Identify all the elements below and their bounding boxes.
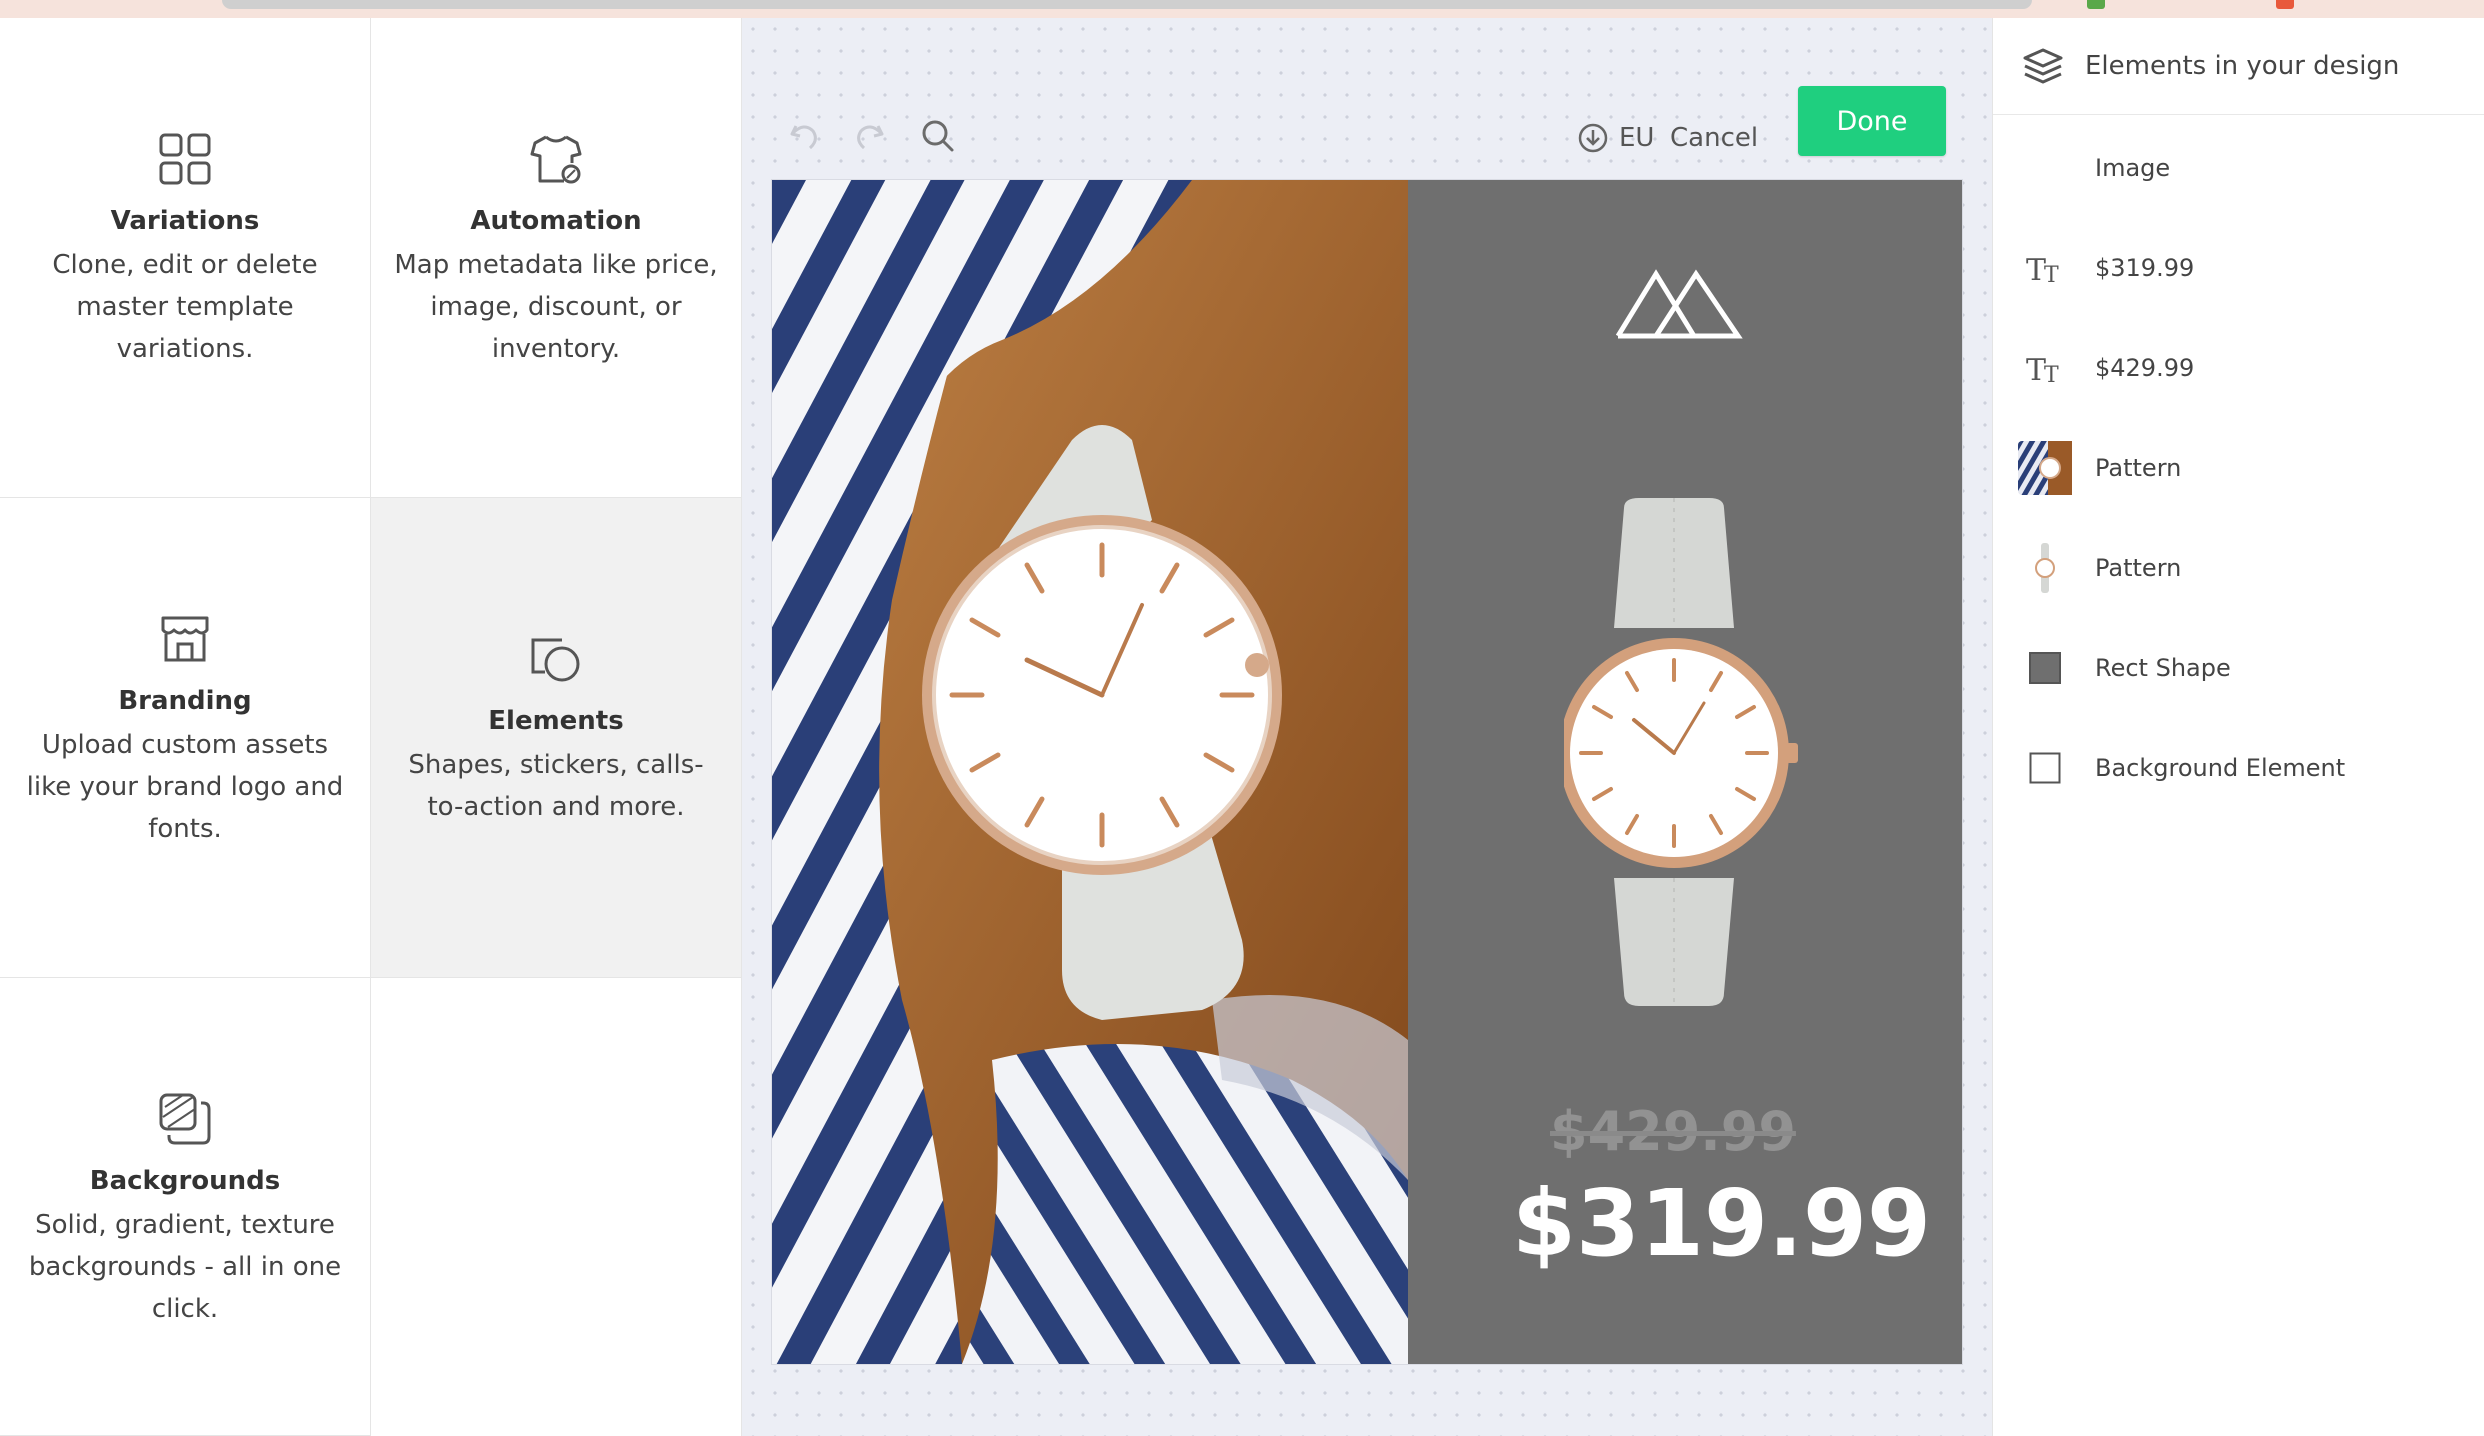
photo-thumbnail-icon bbox=[2017, 440, 2073, 496]
tile-description: Shapes, stickers, calls-to-action and mo… bbox=[408, 750, 704, 822]
product-watch-image[interactable] bbox=[1564, 498, 1804, 1008]
canvas-workspace: EU Cancel Done $429.99 $319.99 bbox=[742, 18, 1992, 1436]
layer-item-pattern-photo[interactable]: Pattern bbox=[1993, 418, 2484, 518]
extension-icon[interactable] bbox=[2276, 0, 2294, 9]
layer-item-pattern-watch[interactable]: Pattern bbox=[1993, 518, 2484, 618]
tile-title: Elements bbox=[488, 706, 624, 736]
layers-panel-title: Elements in your design bbox=[2085, 51, 2400, 81]
address-bar[interactable] bbox=[222, 0, 2032, 9]
layer-label: Rect Shape bbox=[2095, 654, 2231, 682]
product-photo[interactable] bbox=[772, 180, 1408, 1364]
layers-stack-icon bbox=[159, 1093, 211, 1145]
svg-text:T: T bbox=[2026, 353, 2046, 386]
grid-icon bbox=[159, 133, 211, 185]
layer-label: Image bbox=[2095, 154, 2171, 182]
redo-icon[interactable] bbox=[850, 116, 890, 156]
layers-panel: Elements in your design Image T T $319.9… bbox=[1992, 18, 2484, 1436]
done-button[interactable]: Done bbox=[1798, 86, 1946, 156]
browser-top-strip bbox=[0, 0, 2484, 18]
tile-description: Clone, edit or delete master template va… bbox=[52, 250, 318, 364]
shapes-icon bbox=[531, 638, 580, 682]
photo-image bbox=[772, 180, 1408, 1364]
layer-item-text-old-price[interactable]: T T $429.99 bbox=[1993, 318, 2484, 418]
download-circle-icon bbox=[1578, 123, 1608, 153]
feature-panel: Variations Clone, edit or delete master … bbox=[0, 18, 742, 1436]
tile-branding[interactable]: Branding Upload custom assets like your … bbox=[0, 498, 371, 978]
layers-icon bbox=[2023, 48, 2063, 84]
outlined-square-icon bbox=[2017, 740, 2073, 796]
tile-description: Map metadata like price, image, discount… bbox=[394, 250, 718, 364]
new-price-text[interactable]: $319.99 bbox=[1512, 1170, 1931, 1277]
watch-thumbnail-icon bbox=[2017, 540, 2073, 596]
layers-panel-header: Elements in your design bbox=[1993, 18, 2484, 115]
old-price-text[interactable]: $429.99 bbox=[1550, 1100, 1796, 1163]
cancel-button[interactable]: Cancel bbox=[1670, 118, 1758, 158]
tshirt-tag-icon bbox=[530, 135, 582, 184]
layer-label: $429.99 bbox=[2095, 354, 2195, 382]
text-icon: T T bbox=[2017, 340, 2073, 396]
layer-item-rect-shape[interactable]: Rect Shape bbox=[1993, 618, 2484, 718]
layer-item-text-new-price[interactable]: T T $319.99 bbox=[1993, 218, 2484, 318]
svg-text:T: T bbox=[2026, 253, 2046, 286]
mountain-logo-icon bbox=[1615, 269, 1743, 339]
tile-description: Upload custom assets like your brand log… bbox=[26, 730, 344, 844]
svg-text:T: T bbox=[2044, 363, 2059, 386]
filled-square-icon bbox=[2017, 640, 2073, 696]
layer-label: Pattern bbox=[2095, 554, 2182, 582]
tile-description: Solid, gradient, texture backgrounds - a… bbox=[28, 1210, 342, 1324]
tile-title: Automation bbox=[470, 206, 642, 236]
layer-label: Pattern bbox=[2095, 454, 2182, 482]
layer-label: $319.99 bbox=[2095, 254, 2195, 282]
tile-title: Branding bbox=[118, 686, 252, 716]
tile-title: Backgrounds bbox=[89, 1166, 281, 1196]
design-canvas[interactable]: $429.99 $319.99 bbox=[772, 180, 1962, 1364]
zoom-search-icon[interactable] bbox=[918, 116, 958, 156]
tile-elements[interactable]: Elements Shapes, stickers, calls-to-acti… bbox=[371, 498, 742, 978]
tile-backgrounds[interactable]: Backgrounds Solid, gradient, texture bac… bbox=[0, 978, 371, 1436]
layer-item-background[interactable]: Background Element bbox=[1993, 718, 2484, 818]
text-icon: T T bbox=[2017, 240, 2073, 296]
tile-variations[interactable]: Variations Clone, edit or delete master … bbox=[0, 18, 371, 498]
region-label: EU bbox=[1619, 123, 1655, 153]
tile-title: Variations bbox=[110, 206, 260, 236]
layer-label: Background Element bbox=[2095, 754, 2346, 782]
empty-tile bbox=[371, 978, 742, 1436]
tile-automation[interactable]: Automation Map metadata like price, imag… bbox=[371, 18, 742, 498]
svg-text:T: T bbox=[2044, 263, 2059, 286]
undo-icon[interactable] bbox=[784, 116, 824, 156]
region-selector[interactable]: EU bbox=[1577, 118, 1654, 158]
extension-icon[interactable] bbox=[2087, 0, 2105, 9]
storefront-icon bbox=[161, 616, 209, 662]
layer-item-image[interactable]: Image bbox=[1993, 118, 2484, 218]
